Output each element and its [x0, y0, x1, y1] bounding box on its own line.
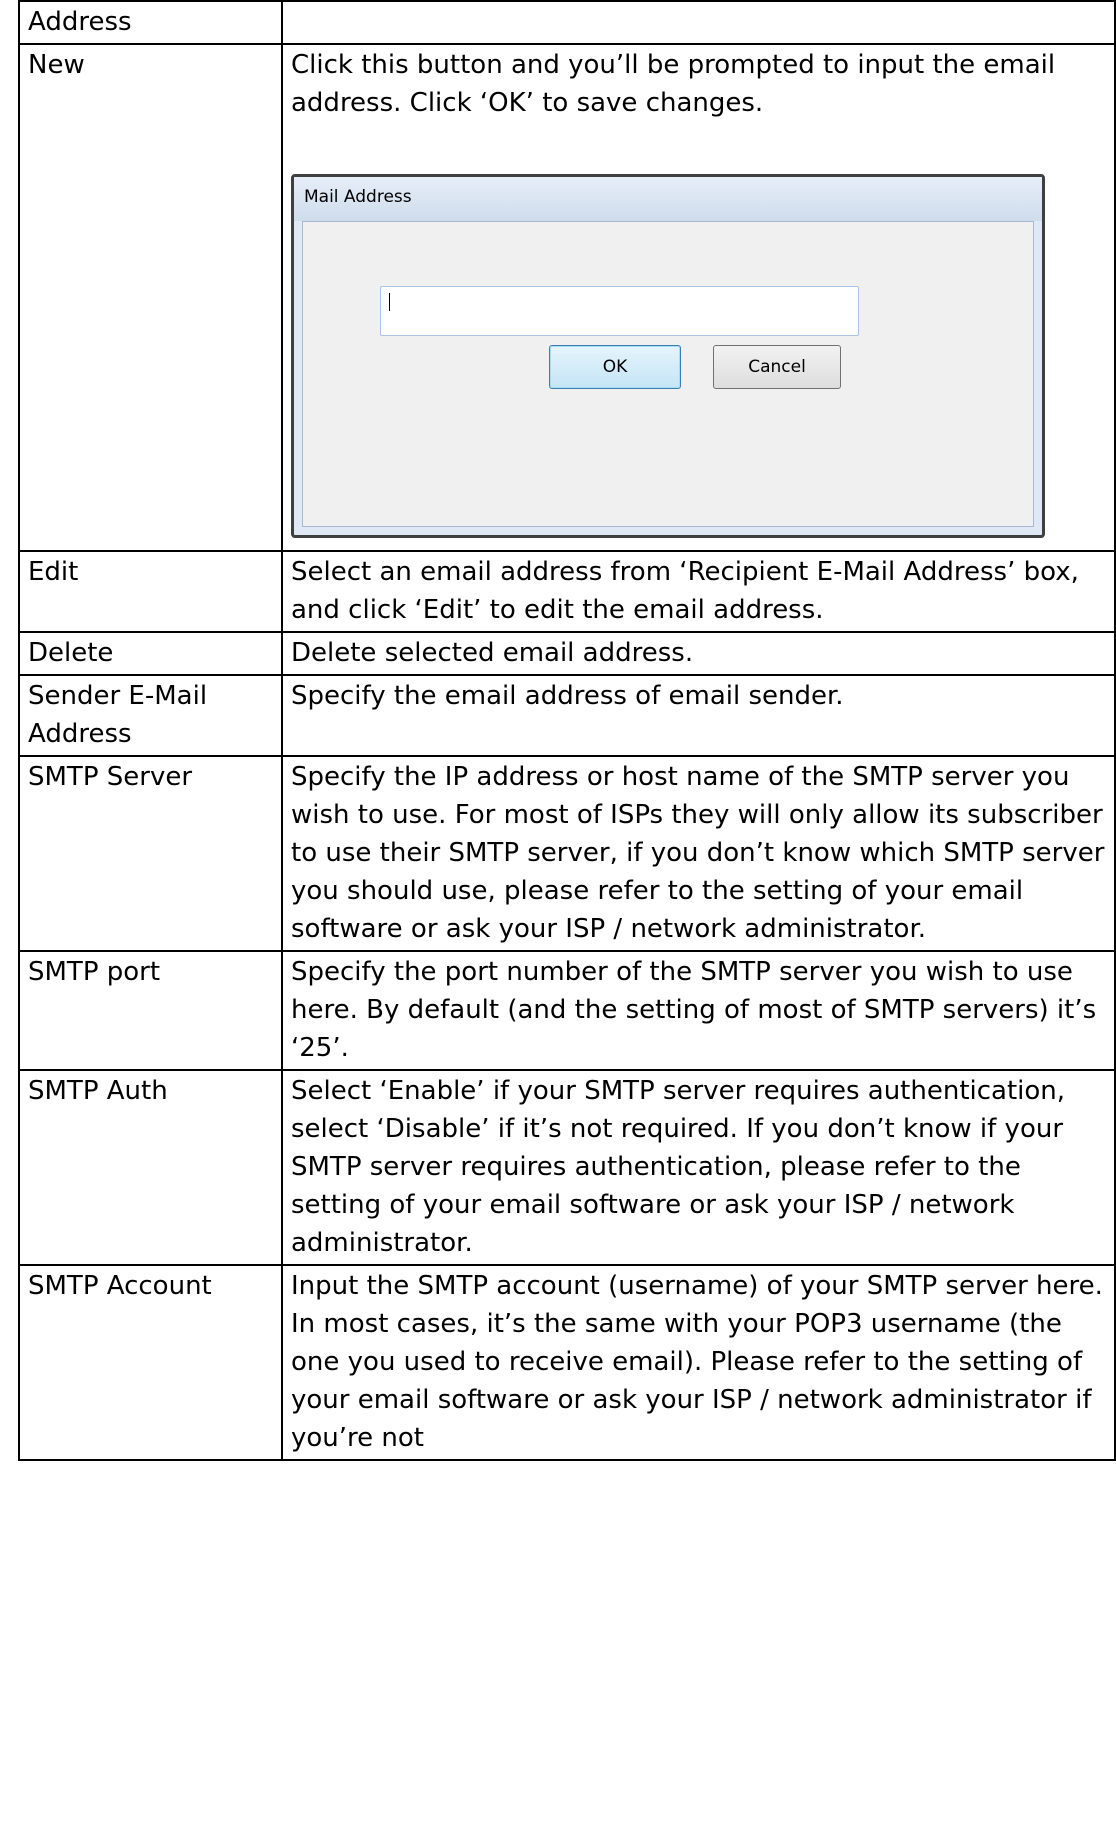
table-row: SMTP Auth Select ‘Enable’ if your SMTP s… — [18, 1069, 1116, 1266]
table-row: New Click this button and you’ll be prom… — [18, 43, 1116, 552]
term-cell: SMTP Account — [18, 1264, 283, 1461]
desc-cell: Select an email address from ‘Recipient … — [281, 550, 1116, 633]
term-cell: New — [18, 43, 283, 552]
mail-address-input[interactable] — [380, 286, 859, 336]
table-row: SMTP port Specify the port number of the… — [18, 950, 1116, 1071]
desc-cell: Specify the port number of the SMTP serv… — [281, 950, 1116, 1071]
table-row: Address — [18, 0, 1116, 45]
term-cell: SMTP port — [18, 950, 283, 1071]
desc-text: Click this button and you’ll be prompted… — [291, 50, 1056, 118]
term-cell: Address — [18, 0, 283, 45]
term-cell: Edit — [18, 550, 283, 633]
dialog-title: Mail Address — [294, 177, 1042, 221]
term-cell: Sender E-Mail Address — [18, 674, 283, 757]
term-cell: Delete — [18, 631, 283, 676]
settings-table: Address New Click this button and you’ll… — [18, 0, 1116, 1461]
cancel-button[interactable]: Cancel — [713, 345, 841, 389]
table-row: Delete Delete selected email address. — [18, 631, 1116, 676]
term-cell: SMTP Auth — [18, 1069, 283, 1266]
table-row: Edit Select an email address from ‘Recip… — [18, 550, 1116, 633]
ok-button[interactable]: OK — [549, 345, 681, 389]
text-caret — [389, 293, 390, 311]
table-row: SMTP Account Input the SMTP account (use… — [18, 1264, 1116, 1461]
desc-cell: Specify the IP address or host name of t… — [281, 755, 1116, 952]
desc-cell: Select ‘Enable’ if your SMTP server requ… — [281, 1069, 1116, 1266]
desc-cell: Specify the email address of email sende… — [281, 674, 1116, 757]
desc-cell: Input the SMTP account (username) of you… — [281, 1264, 1116, 1461]
mail-address-dialog: Mail Address OK Cancel — [291, 174, 1045, 538]
desc-cell: Delete selected email address. — [281, 631, 1116, 676]
dialog-body: OK Cancel — [302, 221, 1034, 527]
desc-cell — [281, 0, 1116, 45]
desc-cell: Click this button and you’ll be prompted… — [281, 43, 1116, 552]
table-row: SMTP Server Specify the IP address or ho… — [18, 755, 1116, 952]
table-row: Sender E-Mail Address Specify the email … — [18, 674, 1116, 757]
term-cell: SMTP Server — [18, 755, 283, 952]
